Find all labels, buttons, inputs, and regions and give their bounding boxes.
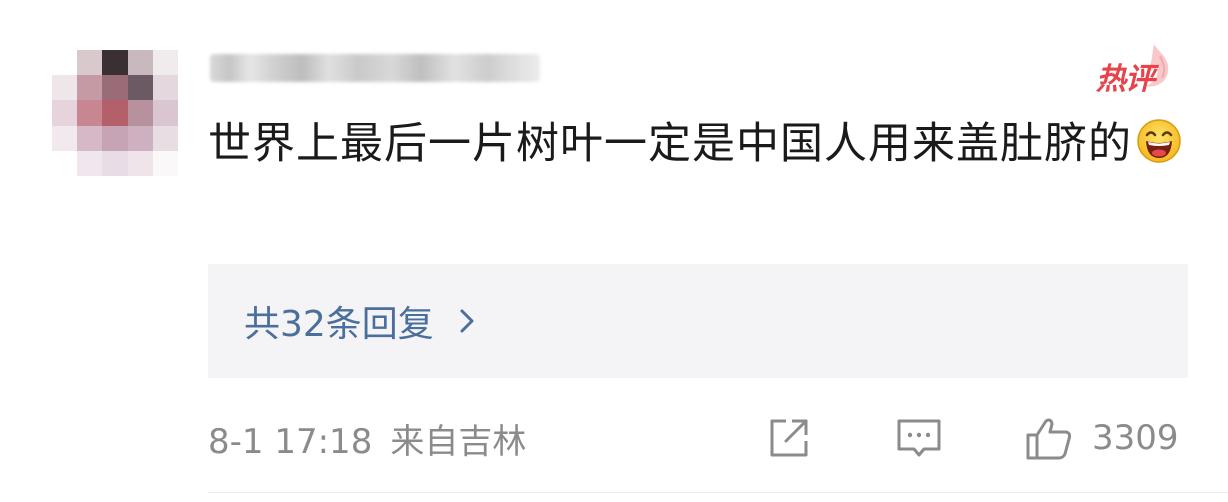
chevron-right-icon xyxy=(460,309,474,333)
comment-text: 世界上最后一片树叶一定是中国人用来盖肚脐的 xyxy=(208,119,1132,169)
location: 来自吉林 xyxy=(390,421,527,462)
hot-comment-badge: 热评 xyxy=(1090,44,1180,97)
comment-actions: 3309 xyxy=(764,410,1179,466)
laughing-face-icon xyxy=(1137,119,1181,163)
comment-footer: 8-1 17:18 来自吉林 3309 xyxy=(208,410,1188,466)
thumbs-up-icon[interactable] xyxy=(1024,413,1074,463)
timestamp: 8-1 17:18 xyxy=(208,421,373,462)
replies-box[interactable]: 共32条回复 xyxy=(208,264,1188,378)
comment-text-block: 世界上最后一片树叶一定是中国人用来盖肚脐的 xyxy=(208,112,1188,176)
share-icon[interactable] xyxy=(764,413,814,463)
hot-comment-label: 热评 xyxy=(1096,62,1155,97)
comment-meta: 8-1 17:18 来自吉林 xyxy=(208,414,526,463)
comment-icon[interactable] xyxy=(894,413,944,463)
replies-label: 共32条回复 xyxy=(244,304,434,345)
like-count: 3309 xyxy=(1092,418,1179,458)
username[interactable] xyxy=(210,50,550,86)
avatar[interactable] xyxy=(52,50,178,176)
divider xyxy=(208,492,1228,493)
comment-card: 热评 世界上最后一片树叶一定是中国人用来盖肚脐的 共32条回复 8-1 17:1… xyxy=(0,0,1228,502)
view-replies-link[interactable]: 共32条回复 xyxy=(244,295,478,347)
username-redacted xyxy=(210,54,540,82)
